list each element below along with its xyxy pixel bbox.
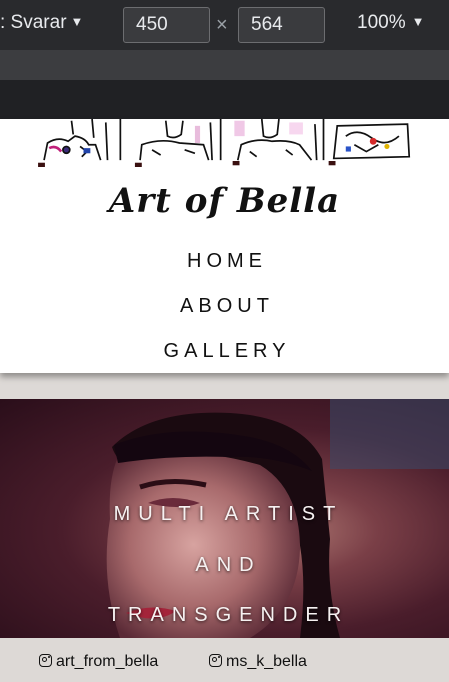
zoom-label: 100% [357,12,406,33]
social-link-art-from-bella[interactable]: art_from_bella [39,653,158,671]
social-handle: art_from_bella [56,653,159,670]
dropdown-arrow-icon: ▼ [411,14,425,29]
hero-line-3: TRANSGENDER [107,604,350,626]
hero-line-1: MULTI ARTIST [113,503,344,525]
width-input[interactable]: 450 [123,7,210,43]
instagram-icon [39,654,52,667]
nav-item-home[interactable]: HOME [0,245,449,290]
hero-section: MULTI ARTIST AND TRANSGENDER [0,399,449,638]
dropdown-arrow-icon: ▼ [70,14,84,29]
main-nav: HOME ABOUT GALLERY [0,245,449,380]
devtools-media-bar [0,80,449,119]
footer: art_from_bella ms_k_bella [0,638,449,682]
hero-line-2: AND [195,554,262,576]
instagram-icon [209,654,222,667]
site-logo[interactable]: Art of Bella [0,181,449,221]
height-input[interactable]: 564 [238,7,325,43]
device-select[interactable]: : Svarar ▼ [0,12,83,34]
device-toolbar: : Svarar ▼ 450 × 564 100% ▼ [0,0,449,50]
nav-item-about[interactable]: ABOUT [0,290,449,335]
devtools-ruler-bar [0,50,449,80]
social-link-ms-k-bella[interactable]: ms_k_bella [209,653,307,671]
zoom-select[interactable]: 100% ▼ [357,12,424,34]
artwork-strip-image [32,119,417,167]
nav-item-gallery[interactable]: GALLERY [0,335,449,380]
times-icon: × [216,14,228,36]
site-header: Art of Bella HOME ABOUT GALLERY [0,119,449,373]
social-handle: ms_k_bella [226,653,307,670]
device-label: : Svarar [0,12,67,33]
